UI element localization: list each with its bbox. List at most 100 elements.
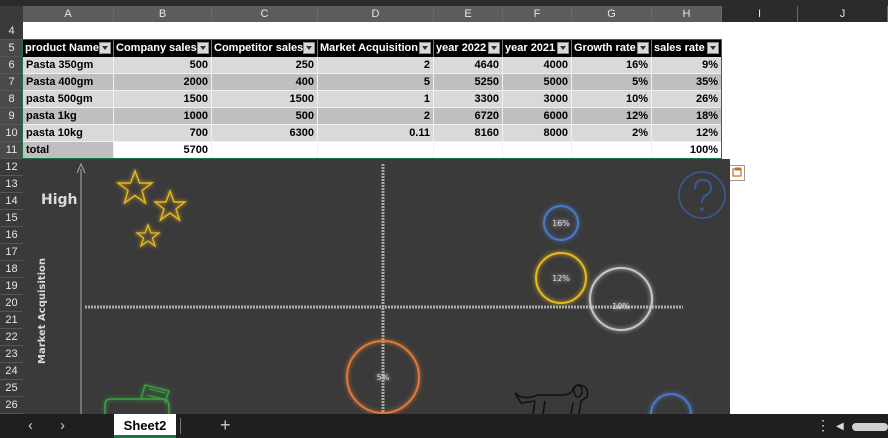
column-header-b[interactable]: B — [114, 6, 212, 22]
table-cell[interactable]: 400 — [212, 74, 318, 91]
filter-dropdown-icon[interactable] — [197, 42, 209, 54]
row-header-7[interactable]: 7 — [0, 74, 23, 91]
sheet-tab-sheet2[interactable]: Sheet2 — [114, 414, 176, 438]
filter-dropdown-icon[interactable] — [557, 42, 569, 54]
bubble-matrix-chart[interactable]: High Market Acquisition 16% 12% 10% 5% — [23, 159, 730, 414]
table-cell[interactable]: 35% — [652, 74, 722, 91]
row-header-17[interactable]: 17 — [0, 244, 23, 261]
filter-dropdown-icon[interactable] — [488, 42, 500, 54]
row-header-6[interactable]: 6 — [0, 57, 23, 74]
row-header-4[interactable]: 4 — [0, 22, 23, 40]
table-cell[interactable]: 16% — [572, 57, 652, 74]
table-cell[interactable]: 10% — [572, 91, 652, 108]
total-cell[interactable]: 5700 — [114, 142, 212, 159]
column-header-d[interactable]: D — [318, 6, 434, 22]
table-cell[interactable]: 18% — [652, 108, 722, 125]
table-cell[interactable]: 12% — [652, 125, 722, 142]
row-header-20[interactable]: 20 — [0, 295, 23, 312]
total-cell[interactable] — [572, 142, 652, 159]
table-cell[interactable]: 2000 — [114, 74, 212, 91]
table-cell[interactable]: 700 — [114, 125, 212, 142]
row-header-24[interactable]: 24 — [0, 363, 23, 380]
table-cell[interactable]: 4000 — [503, 57, 572, 74]
column-header-c[interactable]: C — [212, 6, 318, 22]
table-cell[interactable]: 500 — [212, 108, 318, 125]
table-cell[interactable]: 4640 — [434, 57, 503, 74]
row-header-11[interactable]: 11 — [0, 142, 23, 159]
table-cell[interactable]: 5% — [572, 74, 652, 91]
table-cell[interactable]: 26% — [652, 91, 722, 108]
table-cell[interactable]: pasta 1kg — [23, 108, 114, 125]
total-cell[interactable] — [212, 142, 318, 159]
table-header-market-acquisition[interactable]: Market Acquisition — [318, 40, 434, 57]
table-header-product-name[interactable]: product Name — [23, 40, 114, 57]
table-cell[interactable]: 6720 — [434, 108, 503, 125]
select-all-corner[interactable] — [0, 6, 23, 22]
column-header-h[interactable]: H — [652, 6, 722, 22]
row-header-15[interactable]: 15 — [0, 210, 23, 227]
row-header-25[interactable]: 25 — [0, 380, 23, 397]
row-header-18[interactable]: 18 — [0, 261, 23, 278]
table-cell[interactable]: 2 — [318, 108, 434, 125]
total-cell[interactable] — [318, 142, 434, 159]
row-header-16[interactable]: 16 — [0, 227, 23, 244]
table-header-competitor-sales[interactable]: Competitor sales — [212, 40, 318, 57]
table-cell[interactable]: 1500 — [114, 91, 212, 108]
column-header-i[interactable]: I — [722, 6, 798, 22]
scroll-left-icon[interactable]: ◀ — [836, 421, 844, 432]
filter-dropdown-icon[interactable] — [303, 42, 315, 54]
table-cell[interactable]: 9% — [652, 57, 722, 74]
table-cell[interactable]: 3000 — [503, 91, 572, 108]
table-cell[interactable]: 12% — [572, 108, 652, 125]
more-options-icon[interactable]: ⋮ — [816, 418, 830, 432]
row-header-12[interactable]: 12 — [0, 159, 23, 176]
table-cell[interactable]: 1 — [318, 91, 434, 108]
quick-analysis-icon[interactable] — [729, 165, 745, 181]
table-cell[interactable]: 250 — [212, 57, 318, 74]
next-sheet-icon[interactable]: › — [60, 417, 65, 435]
table-cell[interactable]: 5000 — [503, 74, 572, 91]
row-header-21[interactable]: 21 — [0, 312, 23, 329]
table-cell[interactable]: Pasta 350gm — [23, 57, 114, 74]
row-header-8[interactable]: 8 — [0, 91, 23, 108]
table-cell[interactable]: 8000 — [503, 125, 572, 142]
row-header-10[interactable]: 10 — [0, 125, 23, 142]
horizontal-scrollbar[interactable] — [852, 423, 888, 431]
filter-dropdown-icon[interactable] — [637, 42, 649, 54]
row-header-9[interactable]: 9 — [0, 108, 23, 125]
table-cell[interactable]: 6300 — [212, 125, 318, 142]
table-cell[interactable]: 8160 — [434, 125, 503, 142]
table-cell[interactable]: 2 — [318, 57, 434, 74]
previous-sheet-icon[interactable]: ‹ — [28, 417, 33, 435]
table-header-year-2022[interactable]: year 2022 — [434, 40, 503, 57]
table-cell[interactable]: 2% — [572, 125, 652, 142]
table-cell[interactable]: pasta 10kg — [23, 125, 114, 142]
row-header-26[interactable]: 26 — [0, 397, 23, 414]
filter-dropdown-icon[interactable] — [707, 42, 719, 54]
table-cell[interactable]: 0.11 — [318, 125, 434, 142]
row-header-5[interactable]: 5 — [0, 40, 23, 57]
total-cell[interactable] — [503, 142, 572, 159]
column-header-a[interactable]: A — [23, 6, 114, 22]
filter-dropdown-icon[interactable] — [419, 42, 431, 54]
row-header-23[interactable]: 23 — [0, 346, 23, 363]
column-header-j[interactable]: J — [798, 6, 888, 22]
table-cell[interactable]: 3300 — [434, 91, 503, 108]
table-cell[interactable]: Pasta 400gm — [23, 74, 114, 91]
row-header-13[interactable]: 13 — [0, 176, 23, 193]
table-header-year-2021[interactable]: year 2021 — [503, 40, 572, 57]
column-header-f[interactable]: F — [503, 6, 572, 22]
filter-dropdown-icon[interactable] — [99, 42, 111, 54]
column-header-g[interactable]: G — [572, 6, 652, 22]
table-cell[interactable]: 5250 — [434, 74, 503, 91]
table-cell[interactable]: 5 — [318, 74, 434, 91]
table-header-company-sales[interactable]: Company sales — [114, 40, 212, 57]
table-cell[interactable]: pasta 500gm — [23, 91, 114, 108]
row-header-14[interactable]: 14 — [0, 193, 23, 210]
total-label-cell[interactable]: total — [23, 142, 114, 159]
table-cell[interactable]: 6000 — [503, 108, 572, 125]
table-cell[interactable]: 1500 — [212, 91, 318, 108]
row-header-22[interactable]: 22 — [0, 329, 23, 346]
table-cell[interactable]: 500 — [114, 57, 212, 74]
spreadsheet-grid[interactable]: A B C D E F G H I J 4 5 6 7 8 9 10 11 12… — [0, 0, 888, 414]
